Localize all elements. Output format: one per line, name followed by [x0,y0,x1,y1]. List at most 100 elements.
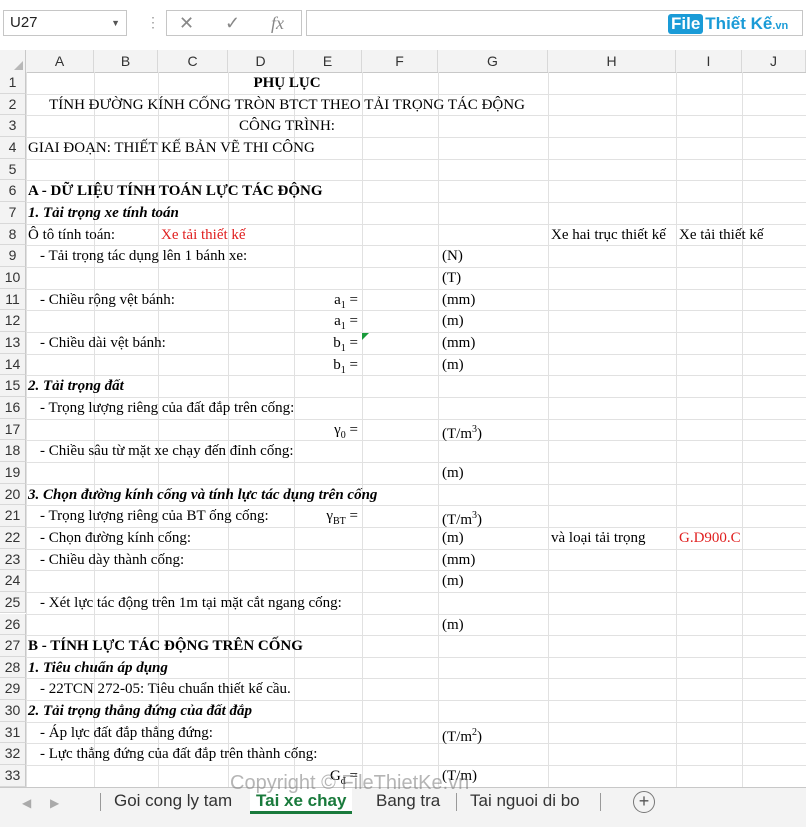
row-header[interactable]: 11 [0,289,26,311]
cell-r22a[interactable]: - Chọn đường kính cống: [40,529,191,547]
row-header[interactable]: 16 [0,397,26,419]
cell-r12g[interactable]: (m) [442,312,464,330]
row-header[interactable]: 17 [0,419,26,441]
cell-r23g[interactable]: (mm) [442,551,475,569]
cell-r19g[interactable]: (m) [442,464,464,482]
cell-r14g[interactable]: (m) [442,356,464,374]
cell-r9a[interactable]: - Tải trọng tác dụng lên 1 bánh xe: [40,247,247,265]
cell-r21g[interactable]: (T/m3) [442,507,482,529]
row-header[interactable]: 3 [0,115,26,137]
row-header[interactable]: 24 [0,570,26,592]
cell-r22i[interactable]: G.D900.C [679,529,741,547]
select-all-corner[interactable] [0,50,26,72]
cell-r18a[interactable]: - Chiều sâu từ mặt xe chạy đến đỉnh cống… [40,442,293,460]
cell-r11g[interactable]: (mm) [442,291,475,309]
row-header[interactable]: 5 [0,159,26,181]
row-header[interactable]: 10 [0,267,26,289]
confirm-icon[interactable]: ✓ [225,13,240,34]
column-header-j[interactable]: J [742,50,806,72]
cell-r13g[interactable]: (mm) [442,334,475,352]
column-header-a[interactable]: A [26,50,94,72]
row-header[interactable]: 15 [0,375,26,397]
prev-sheet-icon[interactable]: ◀ [22,796,31,810]
cell-r15[interactable]: 2. Tải trọng đất [28,377,124,395]
cell-r28[interactable]: 1. Tiêu chuẩn áp dụng [28,659,168,677]
column-header-i[interactable]: I [676,50,742,72]
cell-r8c[interactable]: Xe tải thiết kế [161,226,246,244]
row-header[interactable]: 19 [0,462,26,484]
cell-r32a[interactable]: - Lực thẳng đứng của đất đắp trên thành … [40,745,317,763]
column-header-b[interactable]: B [94,50,158,72]
cell-r1[interactable]: PHỤ LỤC [26,74,548,92]
name-box[interactable]: U27▼ [3,10,127,36]
cell-r11a[interactable]: - Chiều rộng vệt bánh: [40,291,175,309]
cell-r13e[interactable]: b1 = [298,334,358,358]
cell-r10g[interactable]: (T) [442,269,461,287]
row-header[interactable]: 6 [0,180,26,202]
next-sheet-icon[interactable]: ▶ [50,796,59,810]
cell-r25a[interactable]: - Xét lực tác động trên 1m tại mặt cắt n… [40,594,342,612]
add-sheet-button[interactable]: + [633,791,655,813]
row-header[interactable]: 30 [0,700,26,722]
cell-r7[interactable]: 1. Tải trọng xe tính toán [28,204,179,222]
cell-r31g[interactable]: (T/m2) [442,724,482,746]
insert-function-icon[interactable]: fx [271,13,284,34]
cell-r21e[interactable]: γBT = [298,507,358,531]
cell-r8a[interactable]: Ô tô tính toán: [28,226,115,244]
row-header[interactable]: 32 [0,743,26,765]
cell-r4[interactable]: GIAI ĐOẠN: THIẾT KẾ BẢN VẼ THI CÔNG [28,139,315,157]
cell-r29a[interactable]: - 22TCN 272-05: Tiêu chuẩn thiết kế cầu. [40,680,291,698]
row-header[interactable]: 18 [0,440,26,462]
row-header[interactable]: 2 [0,94,26,116]
column-header-g[interactable]: G [438,50,548,72]
cell-r9g[interactable]: (N) [442,247,463,265]
row-header[interactable]: 13 [0,332,26,354]
column-header-e[interactable]: E [294,50,362,72]
cell-r6[interactable]: A - DỮ LIỆU TÍNH TOÁN LỰC TÁC ĐỘNG [28,182,323,200]
row-header[interactable]: 4 [0,137,26,159]
tab-tai-nguoi-di-bo[interactable]: Tai nguoi di bo [464,788,586,814]
cancel-icon[interactable]: ✕ [179,13,194,34]
row-header[interactable]: 29 [0,678,26,700]
cell-r14e[interactable]: b1 = [298,356,358,380]
row-header[interactable]: 26 [0,614,26,636]
row-header[interactable]: 27 [0,635,26,657]
cell-r2[interactable]: TÍNH ĐƯỜNG KÍNH CỐNG TRÒN BTCT THEO TẢI … [26,96,548,114]
row-header[interactable]: 22 [0,527,26,549]
cell-r30[interactable]: 2. Tải trọng thẳng đứng của đất đắp [28,702,252,720]
cell-r11e[interactable]: a1 = [298,291,358,315]
row-header[interactable]: 20 [0,484,26,506]
cell-r3[interactable]: CÔNG TRÌNH: [26,117,548,135]
row-header[interactable]: 31 [0,722,26,744]
column-header-f[interactable]: F [362,50,438,72]
cell-r21a[interactable]: - Trọng lượng riêng của BT ống cống: [40,507,269,525]
cell-r17e[interactable]: γ0 = [298,421,358,445]
row-header[interactable]: 25 [0,592,26,614]
column-header-c[interactable]: C [158,50,228,72]
row-header[interactable]: 14 [0,354,26,376]
row-header[interactable]: 8 [0,224,26,246]
cell-r8h[interactable]: Xe hai trục thiết kế [551,226,666,244]
column-header-d[interactable]: D [228,50,294,72]
chevron-down-icon[interactable]: ▼ [111,11,120,35]
row-header[interactable]: 9 [0,245,26,267]
cell-r20[interactable]: 3. Chọn đường kính cống và tính lực tác … [28,486,377,504]
row-header[interactable]: 1 [0,72,26,94]
drag-handle-icon[interactable]: ⋮ [146,14,160,31]
cell-r27[interactable]: B - TÍNH LỰC TÁC ĐỘNG TRÊN CỐNG [28,637,303,655]
row-header[interactable]: 21 [0,505,26,527]
error-indicator-icon[interactable] [362,333,369,340]
cell-r16a[interactable]: - Trọng lượng riêng của đất đắp trên cốn… [40,399,294,417]
row-header[interactable]: 7 [0,202,26,224]
cell-r8i[interactable]: Xe tải thiết kế [679,226,764,244]
cell-r13a[interactable]: - Chiều dài vệt bánh: [40,334,166,352]
cell-r17g[interactable]: (T/m3) [442,421,482,443]
cell-r12e[interactable]: a1 = [298,312,358,336]
cell-r31a[interactable]: - Áp lực đất đắp thẳng đứng: [40,724,213,742]
cell-r24g[interactable]: (m) [442,572,464,590]
column-header-h[interactable]: H [548,50,676,72]
cell-r23a[interactable]: - Chiều dày thành cống: [40,551,184,569]
worksheet-grid[interactable]: 1234567891011121314151617181920212223242… [0,72,806,787]
row-header[interactable]: 33 [0,765,26,787]
row-header[interactable]: 12 [0,310,26,332]
